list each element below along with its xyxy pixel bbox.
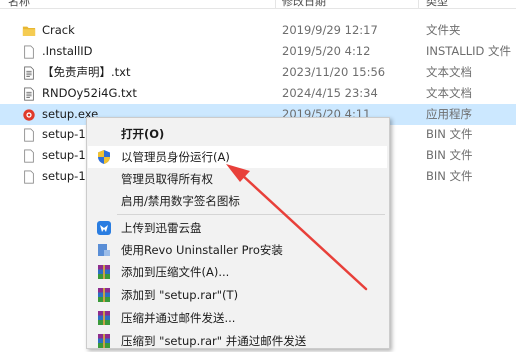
file-type: 应用程序 [426, 107, 472, 121]
file-row[interactable]: 【免责声明】.txt 2023/11/20 15:56 文本文档 [0, 62, 516, 83]
file-name: RNDOy52i4G.txt [42, 86, 137, 100]
menu-item-compress-to-setup-rar-and-email[interactable]: 压缩到 "setup.rar" 并通过邮件发送 [88, 330, 387, 352]
file-icon [24, 45, 34, 59]
name-column-header[interactable]: 名称 [8, 0, 30, 8]
column-divider[interactable] [418, 0, 419, 8]
menu-item-run-as-admin[interactable]: 以管理员身份运行(A) [88, 146, 387, 168]
file-type: 文本文档 [426, 86, 472, 100]
file-icon [24, 170, 34, 184]
menu-item-compress-and-email[interactable]: 压缩并通过邮件发送... [88, 307, 387, 329]
file-date: 2019/9/29 12:17 [282, 23, 378, 37]
menu-item-label: 使用Revo Uninstaller Pro安装 [121, 243, 283, 257]
file-row[interactable]: Crack 2019/9/29 12:17 文件夹 [0, 20, 516, 41]
file-date: 2019/5/20 4:12 [282, 44, 371, 58]
menu-separator [117, 214, 385, 215]
date-column-header[interactable]: 修改日期 [282, 0, 326, 8]
file-type: BIN 文件 [426, 127, 473, 141]
file-date: 2023/11/20 15:56 [282, 65, 386, 79]
menu-item-label: 添加到压缩文件(A)... [121, 265, 230, 279]
text-file-icon [24, 66, 34, 80]
file-name: setup-1 [42, 127, 86, 141]
menu-item-label: 压缩到 "setup.rar" 并通过邮件发送 [121, 334, 307, 348]
thunder-bird-icon [97, 221, 111, 235]
context-menu: 打开(O) 以管理员身份运行(A) 管理员取得所有权 启用/禁用数字签名图标 上… [86, 117, 390, 349]
file-name: setup-1 [42, 148, 86, 162]
file-row[interactable]: RNDOy52i4G.txt 2024/4/15 23:34 文本文档 [0, 83, 516, 104]
file-name: Crack [42, 23, 75, 37]
menu-item-label: 以管理员身份运行(A) [121, 150, 230, 164]
winrar-icon [98, 288, 110, 302]
file-type: 文件夹 [426, 23, 461, 37]
menu-item-toggle-signature-icon[interactable]: 启用/禁用数字签名图标 [88, 190, 387, 212]
menu-item-take-ownership[interactable]: 管理员取得所有权 [88, 168, 387, 190]
menu-item-label: 上传到迅雷云盘 [121, 221, 202, 235]
menu-item-label: 压缩并通过邮件发送... [121, 311, 236, 325]
menu-item-revo-install[interactable]: 使用Revo Uninstaller Pro安装 [88, 239, 387, 261]
menu-item-label: 管理员取得所有权 [121, 172, 213, 186]
file-row[interactable]: .InstallID 2019/5/20 4:12 INSTALLID 文件 [0, 41, 516, 62]
column-divider[interactable] [275, 0, 276, 8]
text-file-icon [24, 87, 34, 101]
revo-icon [98, 244, 110, 256]
file-type: BIN 文件 [426, 148, 473, 162]
setup-gear-icon [23, 109, 35, 121]
file-name: setup-1 [42, 169, 86, 183]
menu-item-open[interactable]: 打开(O) [88, 123, 387, 145]
file-name: 【免责声明】.txt [42, 65, 131, 79]
menu-item-label: 添加到 "setup.rar"(T) [121, 288, 239, 302]
column-header: 名称 修改日期 类型 [0, 0, 516, 9]
winrar-icon [98, 311, 110, 325]
menu-item-label: 打开(O) [121, 127, 165, 141]
winrar-icon [98, 265, 110, 279]
menu-item-add-to-setup-rar[interactable]: 添加到 "setup.rar"(T) [88, 284, 387, 306]
folder-icon [22, 26, 36, 36]
file-type: INSTALLID 文件 [426, 44, 512, 58]
file-icon [24, 128, 34, 142]
menu-item-add-to-archive[interactable]: 添加到压缩文件(A)... [88, 261, 387, 283]
file-name: .InstallID [42, 44, 93, 58]
winrar-icon [98, 334, 110, 348]
file-icon [24, 149, 34, 163]
file-date: 2024/4/15 23:34 [282, 86, 378, 100]
menu-item-label: 启用/禁用数字签名图标 [121, 194, 240, 208]
file-type: 文本文档 [426, 65, 472, 79]
file-type: BIN 文件 [426, 169, 473, 183]
menu-item-upload-thunder[interactable]: 上传到迅雷云盘 [88, 217, 387, 239]
type-column-header[interactable]: 类型 [426, 0, 448, 8]
uac-shield-icon [98, 150, 110, 164]
